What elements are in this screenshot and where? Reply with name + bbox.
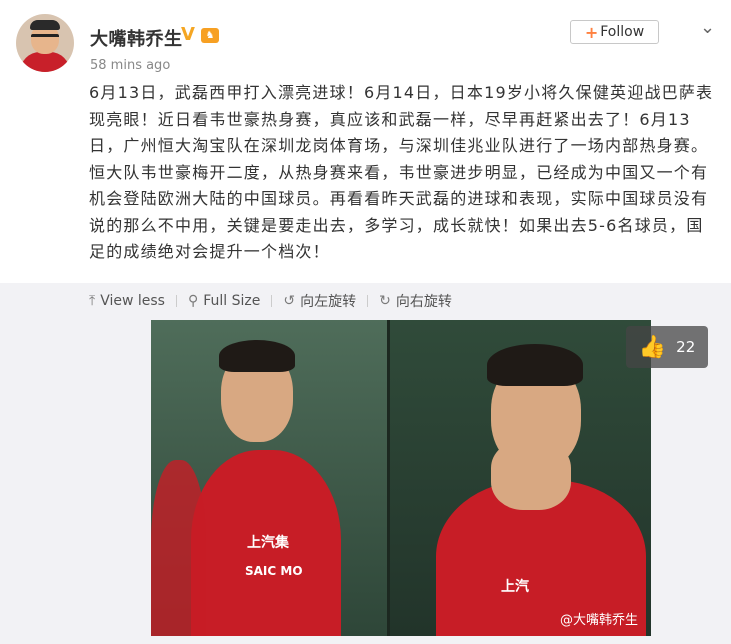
post-photo[interactable]: 上汽集 SAIC MO 上汽 <box>151 320 651 636</box>
chevron-down-icon[interactable]: ⌄ <box>700 17 715 38</box>
magnifier-icon: ⚲ <box>187 293 199 309</box>
left-sponsor-text: 上汽集 <box>247 535 289 551</box>
avatar-shirt <box>20 52 70 72</box>
rotate-right-button[interactable]: ↻ 向右旋转 <box>379 291 452 311</box>
view-less-button[interactable]: ⤒ View less <box>89 293 165 309</box>
rotate-right-label: 向右旋转 <box>395 294 452 310</box>
upload-arrow-icon: ⤒ <box>89 293 96 309</box>
toolbar-divider <box>175 295 177 307</box>
author-name[interactable]: 大嘴韩乔生 <box>90 25 183 51</box>
full-size-label: Full Size <box>203 293 261 309</box>
rotate-left-button[interactable]: ↺ 向左旋转 <box>283 291 356 311</box>
avatar-glasses <box>31 34 59 43</box>
photo-watermark: @大嘴韩乔生 <box>560 613 639 628</box>
member-badge-icon: ♞ <box>201 28 219 43</box>
verified-icon: V <box>181 24 195 45</box>
follow-button[interactable]: + Follow <box>570 20 659 44</box>
post-timestamp[interactable]: 58 mins ago <box>90 58 170 73</box>
right-player-hands <box>491 440 571 510</box>
plus-icon: + <box>584 22 599 42</box>
view-less-label: View less <box>100 293 165 309</box>
left-sponsor-text-2: SAIC MO <box>245 564 303 578</box>
right-sponsor-text: 上汽 <box>501 579 529 595</box>
follow-label: Follow <box>600 24 645 40</box>
author-avatar[interactable] <box>16 14 74 72</box>
like-count: 22 <box>676 338 696 356</box>
toolbar-divider <box>367 295 369 307</box>
rotate-left-icon: ↺ <box>283 293 296 309</box>
media-toolbar: ⤒ View less ⚲ Full Size ↺ 向左旋转 ↻ 向右旋转 <box>89 290 452 312</box>
full-size-button[interactable]: ⚲ Full Size <box>188 293 260 309</box>
avatar-hair <box>30 20 60 30</box>
background-player <box>151 460 206 636</box>
left-player-hair <box>219 340 295 372</box>
post-text: 6月13日，武磊西甲打入漂亮进球！6月14日，日本19岁小将久保健英迎战巴萨表现… <box>89 83 714 261</box>
right-player-hair <box>487 344 583 386</box>
rotate-left-label: 向左旋转 <box>300 294 357 310</box>
photo-divider <box>387 320 390 636</box>
thumbs-up-icon: 👍 <box>638 334 667 360</box>
toolbar-divider <box>271 295 273 307</box>
like-button[interactable]: 👍 22 <box>626 326 708 368</box>
rotate-right-icon: ↻ <box>379 293 391 309</box>
